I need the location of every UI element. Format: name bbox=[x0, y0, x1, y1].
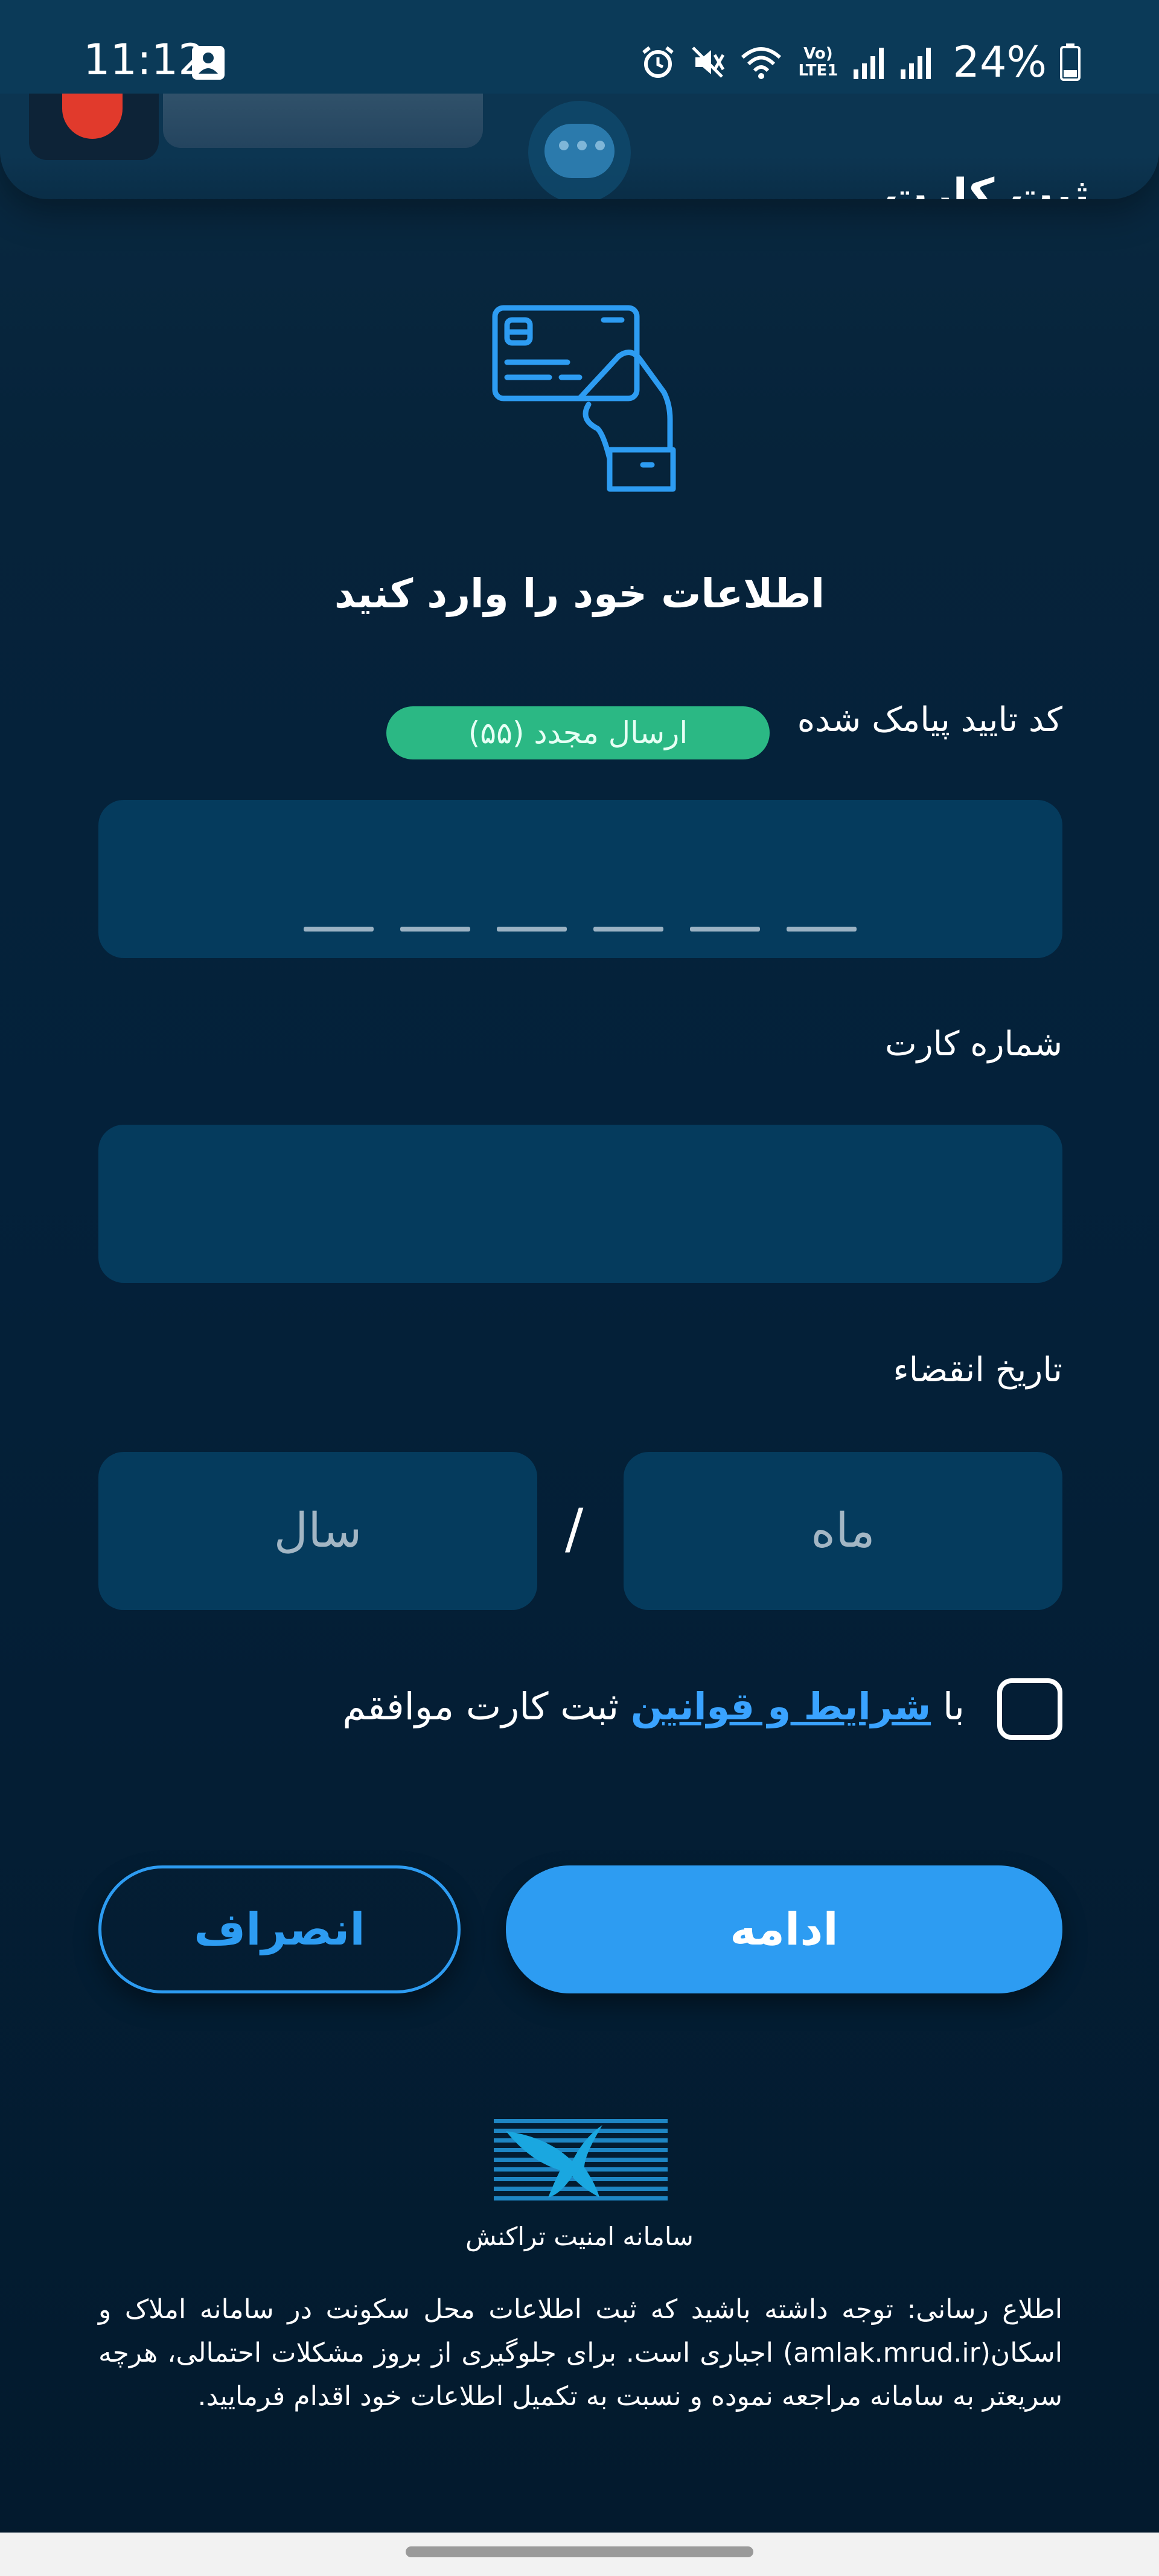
continue-button[interactable]: ادامه bbox=[506, 1865, 1062, 1993]
terms-suffix: ثبت کارت موافقم bbox=[342, 1684, 619, 1728]
terms-checkbox[interactable] bbox=[997, 1678, 1062, 1740]
transaction-security-logo bbox=[494, 2119, 668, 2200]
chat-dots-icon bbox=[559, 141, 605, 150]
signal-icon bbox=[854, 48, 884, 79]
form-heading: اطلاعات خود را وارد کنید bbox=[334, 570, 825, 617]
security-title: سامانه امنیت تراکنش bbox=[465, 2222, 694, 2251]
terms-prefix: با bbox=[942, 1684, 965, 1728]
signal-icon-2 bbox=[901, 48, 931, 79]
network-type-label: Vo) LTE1 bbox=[798, 45, 838, 80]
alarm-icon bbox=[642, 46, 674, 78]
terms-link[interactable]: شرایط و قوانین bbox=[631, 1684, 931, 1728]
year-placeholder: سال bbox=[273, 1504, 362, 1558]
chat-icon[interactable] bbox=[544, 124, 615, 178]
expiry-separator: / bbox=[565, 1497, 584, 1561]
status-bar: 11:12 Vo) LTE1 24% bbox=[0, 0, 1159, 94]
otp-slot bbox=[787, 927, 857, 932]
terms-text: با شرایط و قوانین ثبت کارت موافقم bbox=[342, 1684, 965, 1728]
otp-slot bbox=[304, 927, 374, 932]
expiry-year-input[interactable]: سال bbox=[98, 1452, 537, 1610]
home-indicator[interactable] bbox=[406, 2546, 753, 2557]
resend-code-button[interactable]: ارسال مجدد (۵۵) bbox=[386, 706, 770, 759]
otp-slot bbox=[690, 927, 760, 932]
status-icons: Vo) LTE1 24% bbox=[640, 37, 1081, 87]
wifi-icon bbox=[741, 47, 782, 79]
status-time: 11:12 bbox=[83, 35, 205, 85]
otp-slot bbox=[593, 927, 663, 932]
battery-icon bbox=[1060, 43, 1081, 81]
header-search-bar[interactable] bbox=[163, 94, 483, 148]
otp-input[interactable] bbox=[98, 800, 1062, 958]
notification-icon bbox=[192, 46, 225, 80]
battery-percent: 24% bbox=[953, 37, 1047, 87]
app-header: ثبت کارت bbox=[0, 94, 1159, 199]
otp-slot bbox=[497, 927, 567, 932]
notice-text: اطلاع رسانی: توجه داشته باشید که ثبت اطل… bbox=[98, 2294, 1062, 2412]
app-logo[interactable] bbox=[29, 94, 159, 160]
card-number-input[interactable] bbox=[98, 1125, 1062, 1283]
month-placeholder: ماه bbox=[811, 1504, 875, 1558]
page-title: ثبت کارت bbox=[884, 169, 1090, 199]
otp-slots bbox=[304, 927, 857, 932]
card-in-hand-icon bbox=[492, 305, 676, 492]
expiry-label: تاریخ انقضاء bbox=[893, 1350, 1062, 1390]
mute-icon bbox=[692, 46, 725, 78]
otp-slot bbox=[400, 927, 470, 932]
expiry-month-input[interactable]: ماه bbox=[624, 1452, 1062, 1610]
cancel-button[interactable]: انصراف bbox=[98, 1865, 461, 1993]
otp-label: کد تایید پیامک شده bbox=[797, 700, 1062, 740]
card-number-label: شماره کارت bbox=[884, 1024, 1062, 1064]
